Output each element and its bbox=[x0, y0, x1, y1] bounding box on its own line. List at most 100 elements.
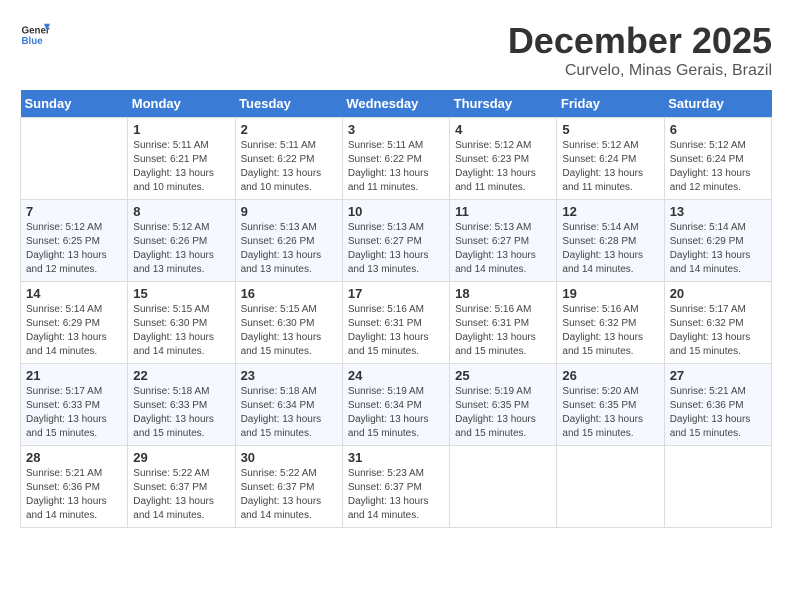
day-number: 20 bbox=[670, 286, 766, 301]
day-info: Sunrise: 5:12 AMSunset: 6:23 PMDaylight:… bbox=[455, 139, 551, 195]
calendar-cell: 4 Sunrise: 5:12 AMSunset: 6:23 PMDaylight… bbox=[450, 118, 557, 200]
calendar-cell bbox=[21, 118, 128, 200]
day-info: Sunrise: 5:15 AMSunset: 6:30 PMDaylight:… bbox=[133, 303, 229, 359]
day-number: 24 bbox=[348, 368, 444, 383]
week-row-3: 14 Sunrise: 5:14 AMSunset: 6:29 PMDayligh… bbox=[21, 282, 772, 364]
day-info: Sunrise: 5:16 AMSunset: 6:31 PMDaylight:… bbox=[348, 303, 444, 359]
calendar-cell: 29 Sunrise: 5:22 AMSunset: 6:37 PMDayligh… bbox=[128, 446, 235, 528]
day-info: Sunrise: 5:15 AMSunset: 6:30 PMDaylight:… bbox=[241, 303, 337, 359]
day-info: Sunrise: 5:14 AMSunset: 6:29 PMDaylight:… bbox=[26, 303, 122, 359]
day-number: 8 bbox=[133, 204, 229, 219]
svg-text:Blue: Blue bbox=[22, 36, 44, 47]
calendar-cell: 6 Sunrise: 5:12 AMSunset: 6:24 PMDaylight… bbox=[664, 118, 771, 200]
calendar-cell: 19 Sunrise: 5:16 AMSunset: 6:32 PMDayligh… bbox=[557, 282, 664, 364]
calendar-cell: 7Sunrise: 5:12 AMSunset: 6:25 PMDaylight… bbox=[21, 200, 128, 282]
calendar-cell: 21 Sunrise: 5:17 AMSunset: 6:33 PMDayligh… bbox=[21, 364, 128, 446]
calendar-cell: 26 Sunrise: 5:20 AMSunset: 6:35 PMDayligh… bbox=[557, 364, 664, 446]
week-row-5: 28Sunrise: 5:21 AMSunset: 6:36 PMDayligh… bbox=[21, 446, 772, 528]
day-info: Sunrise: 5:18 AMSunset: 6:34 PMDaylight:… bbox=[241, 385, 337, 441]
day-number: 29 bbox=[133, 450, 229, 465]
day-number: 7 bbox=[26, 204, 122, 219]
calendar-cell: 30 Sunrise: 5:22 AMSunset: 6:37 PMDayligh… bbox=[235, 446, 342, 528]
calendar-cell: 13 Sunrise: 5:14 AMSunset: 6:29 PMDayligh… bbox=[664, 200, 771, 282]
day-number: 10 bbox=[348, 204, 444, 219]
logo-icon: General Blue bbox=[20, 20, 50, 50]
weekday-header-wednesday: Wednesday bbox=[342, 90, 449, 118]
calendar-cell bbox=[450, 446, 557, 528]
calendar-cell: 18Sunrise: 5:16 AMSunset: 6:31 PMDayligh… bbox=[450, 282, 557, 364]
day-number: 9 bbox=[241, 204, 337, 219]
day-info: Sunrise: 5:12 AMSunset: 6:24 PMDaylight:… bbox=[562, 139, 658, 195]
day-number: 17 bbox=[348, 286, 444, 301]
calendar-cell: 14 Sunrise: 5:14 AMSunset: 6:29 PMDayligh… bbox=[21, 282, 128, 364]
calendar-cell: 17 Sunrise: 5:16 AMSunset: 6:31 PMDayligh… bbox=[342, 282, 449, 364]
week-row-4: 21 Sunrise: 5:17 AMSunset: 6:33 PMDayligh… bbox=[21, 364, 772, 446]
weekday-header-row: SundayMondayTuesdayWednesdayThursdayFrid… bbox=[21, 90, 772, 118]
calendar-cell: 5Sunrise: 5:12 AMSunset: 6:24 PMDaylight… bbox=[557, 118, 664, 200]
calendar-cell: 3Sunrise: 5:11 AMSunset: 6:22 PMDaylight… bbox=[342, 118, 449, 200]
day-number: 19 bbox=[562, 286, 658, 301]
week-row-1: 1Sunrise: 5:11 AMSunset: 6:21 PMDaylight… bbox=[21, 118, 772, 200]
day-info: Sunrise: 5:13 AMSunset: 6:27 PMDaylight:… bbox=[348, 221, 444, 277]
day-number: 14 bbox=[26, 286, 122, 301]
day-number: 15 bbox=[133, 286, 229, 301]
day-number: 6 bbox=[670, 122, 766, 137]
day-info: Sunrise: 5:16 AMSunset: 6:32 PMDaylight:… bbox=[562, 303, 658, 359]
day-info: Sunrise: 5:14 AMSunset: 6:29 PMDaylight:… bbox=[670, 221, 766, 277]
weekday-header-friday: Friday bbox=[557, 90, 664, 118]
day-number: 25 bbox=[455, 368, 551, 383]
calendar-cell: 20Sunrise: 5:17 AMSunset: 6:32 PMDayligh… bbox=[664, 282, 771, 364]
day-info: Sunrise: 5:13 AMSunset: 6:26 PMDaylight:… bbox=[241, 221, 337, 277]
calendar-cell: 25 Sunrise: 5:19 AMSunset: 6:35 PMDayligh… bbox=[450, 364, 557, 446]
day-info: Sunrise: 5:21 AMSunset: 6:36 PMDaylight:… bbox=[670, 385, 766, 441]
weekday-header-saturday: Saturday bbox=[664, 90, 771, 118]
day-info: Sunrise: 5:17 AMSunset: 6:33 PMDaylight:… bbox=[26, 385, 122, 441]
calendar-table: SundayMondayTuesdayWednesdayThursdayFrid… bbox=[20, 90, 772, 528]
day-number: 11 bbox=[455, 204, 551, 219]
day-info: Sunrise: 5:13 AMSunset: 6:27 PMDaylight:… bbox=[455, 221, 551, 277]
day-info: Sunrise: 5:19 AMSunset: 6:34 PMDaylight:… bbox=[348, 385, 444, 441]
day-info: Sunrise: 5:12 AMSunset: 6:24 PMDaylight:… bbox=[670, 139, 766, 195]
logo: General Blue bbox=[20, 20, 50, 50]
title-area: December 2025 Curvelo, Minas Gerais, Bra… bbox=[508, 20, 772, 80]
calendar-cell: 8 Sunrise: 5:12 AMSunset: 6:26 PMDaylight… bbox=[128, 200, 235, 282]
day-number: 12 bbox=[562, 204, 658, 219]
calendar-cell: 28Sunrise: 5:21 AMSunset: 6:36 PMDayligh… bbox=[21, 446, 128, 528]
day-info: Sunrise: 5:12 AMSunset: 6:26 PMDaylight:… bbox=[133, 221, 229, 277]
calendar-cell: 31Sunrise: 5:23 AMSunset: 6:37 PMDayligh… bbox=[342, 446, 449, 528]
calendar-cell: 10 Sunrise: 5:13 AMSunset: 6:27 PMDayligh… bbox=[342, 200, 449, 282]
calendar-cell: 9 Sunrise: 5:13 AMSunset: 6:26 PMDaylight… bbox=[235, 200, 342, 282]
day-number: 2 bbox=[241, 122, 337, 137]
calendar-cell: 2Sunrise: 5:11 AMSunset: 6:22 PMDaylight… bbox=[235, 118, 342, 200]
calendar-cell: 11 Sunrise: 5:13 AMSunset: 6:27 PMDayligh… bbox=[450, 200, 557, 282]
day-number: 30 bbox=[241, 450, 337, 465]
calendar-cell: 15 Sunrise: 5:15 AMSunset: 6:30 PMDayligh… bbox=[128, 282, 235, 364]
day-number: 22 bbox=[133, 368, 229, 383]
calendar-cell: 16Sunrise: 5:15 AMSunset: 6:30 PMDayligh… bbox=[235, 282, 342, 364]
day-number: 21 bbox=[26, 368, 122, 383]
weekday-header-tuesday: Tuesday bbox=[235, 90, 342, 118]
day-number: 13 bbox=[670, 204, 766, 219]
day-info: Sunrise: 5:19 AMSunset: 6:35 PMDaylight:… bbox=[455, 385, 551, 441]
day-number: 4 bbox=[455, 122, 551, 137]
day-number: 31 bbox=[348, 450, 444, 465]
calendar-cell bbox=[557, 446, 664, 528]
day-number: 27 bbox=[670, 368, 766, 383]
weekday-header-thursday: Thursday bbox=[450, 90, 557, 118]
day-info: Sunrise: 5:11 AMSunset: 6:21 PMDaylight:… bbox=[133, 139, 229, 195]
calendar-cell: 24 Sunrise: 5:19 AMSunset: 6:34 PMDayligh… bbox=[342, 364, 449, 446]
week-row-2: 7Sunrise: 5:12 AMSunset: 6:25 PMDaylight… bbox=[21, 200, 772, 282]
calendar-cell: 27 Sunrise: 5:21 AMSunset: 6:36 PMDayligh… bbox=[664, 364, 771, 446]
calendar-cell: 23 Sunrise: 5:18 AMSunset: 6:34 PMDayligh… bbox=[235, 364, 342, 446]
calendar-cell: 22Sunrise: 5:18 AMSunset: 6:33 PMDayligh… bbox=[128, 364, 235, 446]
day-number: 3 bbox=[348, 122, 444, 137]
day-info: Sunrise: 5:16 AMSunset: 6:31 PMDaylight:… bbox=[455, 303, 551, 359]
day-info: Sunrise: 5:22 AMSunset: 6:37 PMDaylight:… bbox=[241, 467, 337, 523]
day-number: 23 bbox=[241, 368, 337, 383]
day-number: 28 bbox=[26, 450, 122, 465]
weekday-header-sunday: Sunday bbox=[21, 90, 128, 118]
weekday-header-monday: Monday bbox=[128, 90, 235, 118]
day-info: Sunrise: 5:20 AMSunset: 6:35 PMDaylight:… bbox=[562, 385, 658, 441]
day-info: Sunrise: 5:22 AMSunset: 6:37 PMDaylight:… bbox=[133, 467, 229, 523]
day-number: 26 bbox=[562, 368, 658, 383]
